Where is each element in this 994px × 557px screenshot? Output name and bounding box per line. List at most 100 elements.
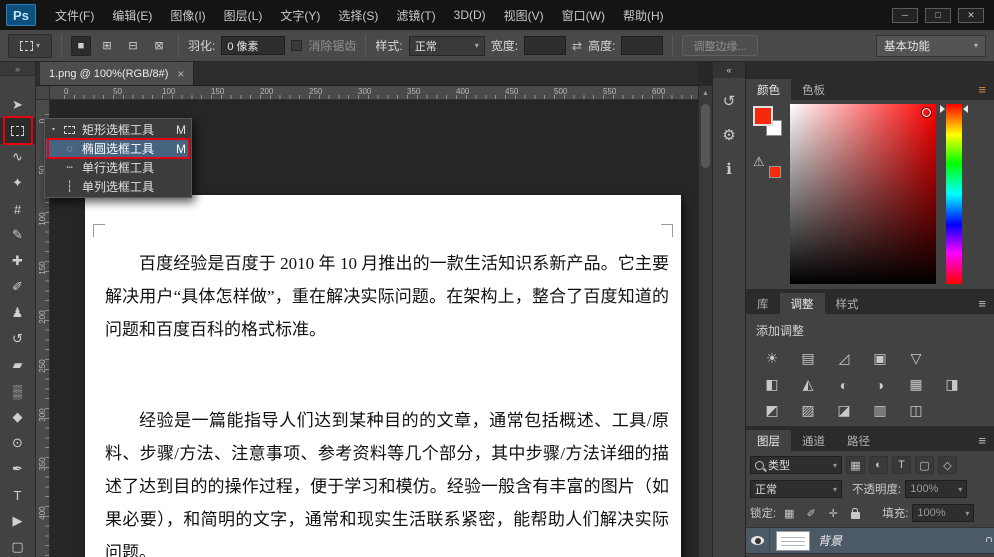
pixel-layer-filter-icon[interactable]: ▦ <box>846 456 865 474</box>
lasso-tool[interactable]: ∿ <box>0 144 35 170</box>
flyout-item-single-row-marquee[interactable]: ┄ 单行选框工具 <box>46 158 190 177</box>
fill-dropdown[interactable]: 100% ▾ <box>912 504 974 522</box>
crop-tool[interactable]: # <box>0 196 35 222</box>
add-to-selection-button[interactable]: ⊞ <box>97 36 117 56</box>
spot-healing-brush-tool[interactable]: ✚ <box>0 248 35 274</box>
menu-image[interactable]: 图像(I) <box>161 0 214 30</box>
vibrance-icon[interactable]: ▽ <box>898 347 934 370</box>
close-button[interactable]: ✕ <box>958 8 984 23</box>
menu-file[interactable]: 文件(F) <box>46 0 103 30</box>
move-tool[interactable]: ➤ <box>0 92 35 118</box>
menu-view[interactable]: 视图(V) <box>495 0 553 30</box>
blend-mode-dropdown[interactable]: 正常 ▾ <box>750 480 842 498</box>
history-panel-icon[interactable]: ↺ <box>713 88 745 114</box>
exposure-icon[interactable]: ▣ <box>862 347 898 370</box>
canvas-vertical-scrollbar[interactable]: ▲ <box>698 86 712 557</box>
smart-object-filter-icon[interactable]: ◇ <box>938 456 957 474</box>
black-white-icon[interactable]: ◐ <box>826 373 862 396</box>
height-input[interactable] <box>621 36 663 55</box>
antialias-checkbox[interactable] <box>291 40 302 51</box>
feather-input[interactable]: 0 像素 <box>221 36 285 55</box>
posterize-icon[interactable]: ▨ <box>790 399 826 422</box>
hue-saturation-icon[interactable]: ◧ <box>754 373 790 396</box>
tool-preset-picker[interactable]: ▾ <box>8 34 52 58</box>
lock-all-icon[interactable] <box>846 505 864 522</box>
minimize-button[interactable]: ─ <box>892 8 918 23</box>
layer-thumbnail[interactable] <box>776 531 810 551</box>
flyout-item-rectangular-marquee[interactable]: ▪ 矩形选框工具 M <box>46 120 190 139</box>
lock-image-pixels-icon[interactable]: ✐ <box>802 505 820 522</box>
lock-transparent-pixels-icon[interactable]: ▦ <box>780 505 798 522</box>
gamut-color-swatch[interactable] <box>769 166 781 178</box>
eraser-tool[interactable]: ▰ <box>0 352 35 378</box>
blur-tool[interactable]: ◆ <box>0 404 35 430</box>
levels-icon[interactable]: ▤ <box>790 347 826 370</box>
shape-layer-filter-icon[interactable]: ▢ <box>915 456 934 474</box>
menu-3d[interactable]: 3D(D) <box>445 0 495 30</box>
history-brush-tool[interactable]: ↺ <box>0 326 35 352</box>
menu-select[interactable]: 选择(S) <box>329 0 387 30</box>
eyedropper-tool[interactable]: ✎ <box>0 222 35 248</box>
properties-panel-icon[interactable]: ⚙ <box>713 122 745 148</box>
channel-mixer-icon[interactable]: ▦ <box>898 373 934 396</box>
clone-stamp-tool[interactable]: ♟ <box>0 300 35 326</box>
expand-panels-button[interactable]: « <box>713 62 745 78</box>
curves-icon[interactable]: ◿ <box>826 347 862 370</box>
invert-icon[interactable]: ◩ <box>754 399 790 422</box>
shape-tool[interactable]: ▢ <box>0 534 35 557</box>
foreground-color-swatch[interactable] <box>753 106 773 126</box>
panel-menu-icon[interactable]: ≡ <box>978 433 994 448</box>
adjustment-layer-filter-icon[interactable]: ◐ <box>869 456 888 474</box>
tab-libraries[interactable]: 库 <box>746 293 780 314</box>
menu-window[interactable]: 窗口(W) <box>553 0 614 30</box>
layer-name[interactable]: 背景 <box>818 532 842 549</box>
layer-visibility-toggle[interactable] <box>746 528 770 554</box>
info-panel-icon[interactable]: ℹ <box>713 156 745 182</box>
brush-tool[interactable]: ✐ <box>0 274 35 300</box>
flyout-item-single-column-marquee[interactable]: ┆ 单列选框工具 <box>46 177 190 196</box>
dodge-tool[interactable]: ⊙ <box>0 430 35 456</box>
color-lookup-icon[interactable]: ◨ <box>934 373 970 396</box>
gradient-map-icon[interactable]: ▥ <box>862 399 898 422</box>
pen-tool[interactable]: ✒ <box>0 456 35 482</box>
refine-edge-button[interactable]: 调整边缘... <box>682 35 757 56</box>
photo-filter-icon[interactable]: ◑ <box>862 373 898 396</box>
tab-styles[interactable]: 样式 <box>825 293 870 314</box>
new-selection-button[interactable]: ■ <box>71 36 91 56</box>
path-selection-tool[interactable]: ▶ <box>0 508 35 534</box>
ruler-origin-corner[interactable] <box>36 86 50 100</box>
lock-position-icon[interactable]: ✛ <box>824 505 842 522</box>
intersect-selection-button[interactable]: ⊠ <box>149 36 169 56</box>
tab-adjustments[interactable]: 调整 <box>780 293 825 314</box>
tab-layers[interactable]: 图层 <box>746 430 791 451</box>
menu-type[interactable]: 文字(Y) <box>271 0 329 30</box>
color-cursor[interactable] <box>922 108 931 117</box>
scroll-up-icon[interactable]: ▲ <box>699 86 712 97</box>
tab-color[interactable]: 颜色 <box>746 79 791 100</box>
selective-color-icon[interactable]: ◫ <box>898 399 934 422</box>
quick-selection-tool[interactable]: ✦ <box>0 170 35 196</box>
layer-row-background[interactable]: 背景 <box>746 528 994 554</box>
swap-width-height-icon[interactable]: ⇄ <box>572 39 582 53</box>
saturation-brightness-field[interactable] <box>790 104 936 284</box>
threshold-icon[interactable]: ◪ <box>826 399 862 422</box>
brightness-contrast-icon[interactable]: ☀ <box>754 347 790 370</box>
close-tab-icon[interactable]: × <box>177 67 184 81</box>
style-dropdown[interactable]: 正常 ▾ <box>409 36 485 56</box>
menu-help[interactable]: 帮助(H) <box>614 0 673 30</box>
document-tab[interactable]: 1.png @ 100%(RGB/8#) × <box>40 62 194 85</box>
type-layer-filter-icon[interactable]: T <box>892 456 911 474</box>
tab-paths[interactable]: 路径 <box>836 430 881 451</box>
width-input[interactable] <box>524 36 566 55</box>
menu-layer[interactable]: 图层(L) <box>215 0 272 30</box>
color-balance-icon[interactable]: ◭ <box>790 373 826 396</box>
menu-edit[interactable]: 编辑(E) <box>103 0 161 30</box>
type-tool[interactable]: T <box>0 482 35 508</box>
tab-swatches[interactable]: 色板 <box>791 79 836 100</box>
subtract-from-selection-button[interactable]: ⊟ <box>123 36 143 56</box>
flyout-item-elliptical-marquee[interactable]: ◌ 椭圆选框工具 M <box>46 139 190 158</box>
panel-menu-icon[interactable]: ≡ <box>978 296 994 311</box>
tab-channels[interactable]: 通道 <box>791 430 836 451</box>
toolbar-collapse-button[interactable]: » <box>0 62 35 76</box>
panel-menu-icon[interactable]: ≡ <box>978 82 994 97</box>
